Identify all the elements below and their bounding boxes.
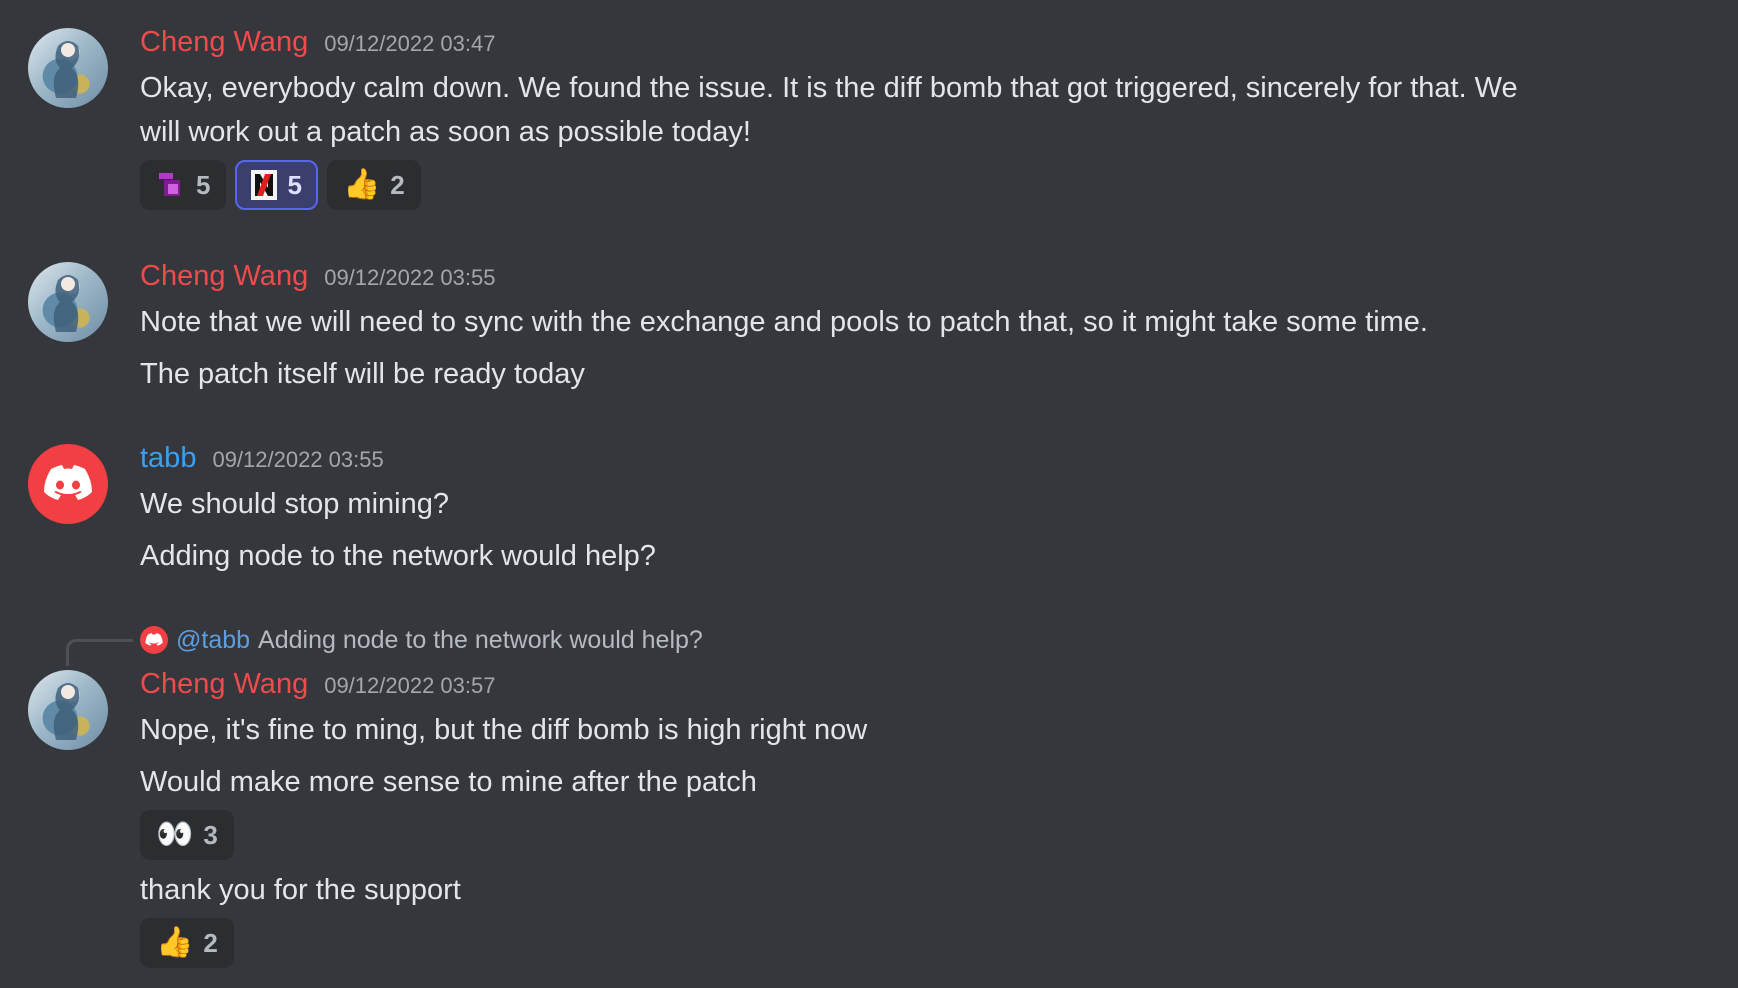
message-text: thank you for the support [140,874,461,906]
reaction-bar: 👍 2 [140,918,1678,968]
custom-purple-emoji-icon [156,170,186,200]
message-text: We should stop mining? [140,488,449,520]
message-text: Adding node to the network would help? [140,540,656,572]
timestamp: 09/12/2022 03:55 [212,447,384,472]
message-text: Nope, it's fine to ming, but the diff bo… [140,714,868,746]
reaction-purple[interactable]: 5 [140,160,227,210]
author-name[interactable]: Cheng Wang [140,668,308,701]
thumbs-up-icon: 👍 [156,926,194,959]
reaction-count: 2 [390,169,405,200]
reply-preview[interactable]: @tabb Adding node to the network would h… [140,624,703,656]
reply-avatar [140,626,168,654]
author-name[interactable]: tabb [140,442,196,475]
author-name[interactable]: Cheng Wang [140,260,308,293]
eyes-icon: 👀 [156,818,194,851]
discord-logo-icon [44,465,92,500]
message-text: will work out a patch as soon as possibl… [140,116,751,148]
reaction-count: 3 [203,819,218,850]
reaction-bar: 👀 3 [140,810,1678,860]
message-text: The patch itself will be ready today [140,358,585,390]
avatar[interactable] [28,444,108,524]
message-text: Note that we will need to sync with the … [140,306,1428,338]
avatar[interactable] [28,28,108,108]
reply-spine [66,639,133,666]
reaction-count: 5 [287,169,302,200]
timestamp: 09/12/2022 03:57 [324,673,496,698]
timestamp: 09/12/2022 03:47 [324,31,496,56]
thumbs-up-icon: 👍 [342,168,381,201]
avatar[interactable] [28,262,108,342]
reaction-thumbs-up[interactable]: 👍 2 [140,918,234,968]
reaction-thumbs-up[interactable]: 👍 2 [326,160,421,210]
author-name[interactable]: Cheng Wang [140,26,308,59]
custom-n-emoji-icon [251,170,278,200]
timestamp: 09/12/2022 03:55 [324,265,496,290]
reply-text: Adding node to the network would help? [258,625,703,654]
discord-logo-icon [145,633,163,646]
reaction-eyes[interactable]: 👀 3 [140,810,234,860]
reaction-n[interactable]: 5 [235,160,318,210]
avatar[interactable] [28,670,108,750]
reaction-count: 5 [196,169,211,200]
reaction-count: 2 [203,927,218,958]
reply-mention[interactable]: @tabb [176,626,250,655]
message-text: Okay, everybody calm down. We found the … [140,72,1518,104]
reaction-bar: 5 5 👍 2 [140,160,1678,210]
message-text: Would make more sense to mine after the … [140,766,757,798]
